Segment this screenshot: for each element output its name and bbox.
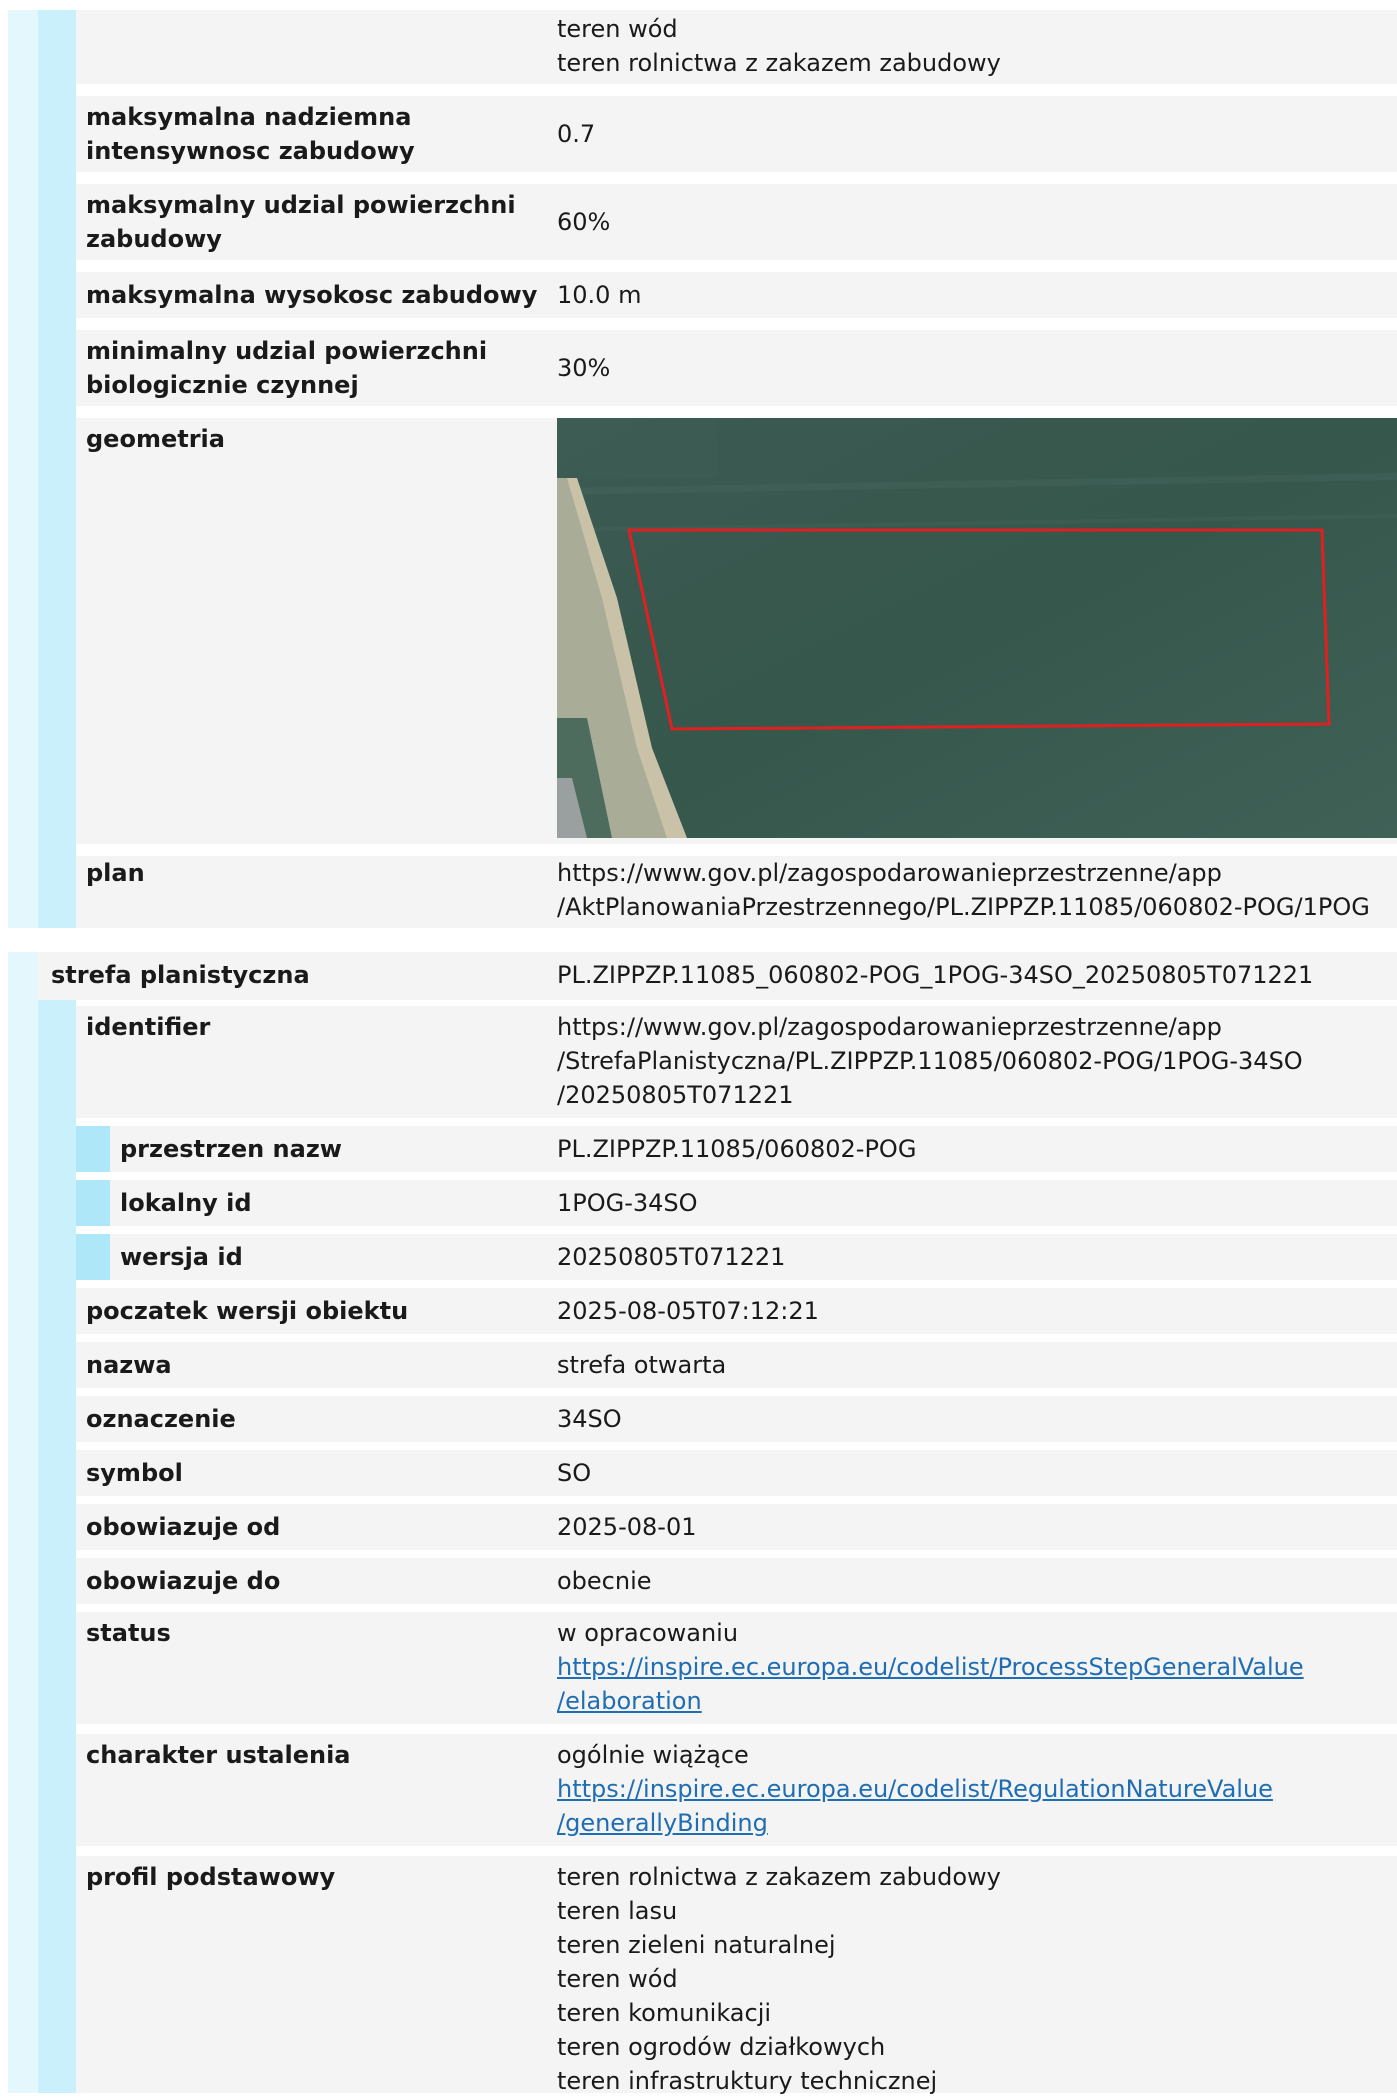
row-value: 30% <box>557 354 611 382</box>
row-top-values: teren wód teren rolnictwa z zakazem zabu… <box>76 10 1397 84</box>
strefa-header-row: strefa planistyczna PL.ZIPPZP.11085_0608… <box>38 952 1397 1000</box>
row-label: status <box>86 1619 171 1647</box>
sub-rail <box>76 1180 110 1226</box>
row-value: 1POG-34SO <box>557 1189 698 1217</box>
row-value: PL.ZIPPZP.11085/060802-POG <box>557 1135 917 1163</box>
row-label: minimalny udzial powierzchni biologiczni… <box>86 337 488 399</box>
row-biologicznie-czynnej: minimalny udzial powierzchni biologiczni… <box>76 330 1397 406</box>
identifier-value: https://www.gov.pl/zagospodarowanieprzes… <box>557 1013 1303 1109</box>
row-status: status w opracowaniu https://inspire.ec.… <box>76 1612 1397 1724</box>
outer-rail <box>8 10 38 928</box>
row-label: symbol <box>86 1459 183 1487</box>
row-identifier: identifier https://www.gov.pl/zagospodar… <box>76 1006 1397 1118</box>
row-value: 60% <box>557 208 611 236</box>
row-geometria: geometria <box>76 418 1397 844</box>
row-label: obowiazuje do <box>86 1567 281 1595</box>
row-value: SO <box>557 1459 592 1487</box>
plan-value: https://www.gov.pl/zagospodarowanieprzes… <box>557 859 1370 921</box>
row-value: 2025-08-01 <box>557 1513 697 1541</box>
row-label: charakter ustalenia <box>86 1741 351 1769</box>
row-label: geometria <box>86 425 225 453</box>
row-udzial-zabudowy: maksymalny udzial powierzchni zabudowy 6… <box>76 184 1397 260</box>
row-label: lokalny id <box>120 1189 252 1217</box>
status-value: w opracowaniu https://inspire.ec.europa.… <box>557 1616 1304 1718</box>
row-wersja-id: wersja id 20250805T071221 <box>76 1234 1397 1280</box>
sub-rail <box>76 1234 110 1280</box>
row-label: profil podstawowy <box>86 1863 336 1891</box>
row-oznaczenie: oznaczenie 34SO <box>76 1396 1397 1442</box>
row-label: maksymalna nadziemna intensywnosc zabudo… <box>86 103 415 165</box>
row-symbol: symbol SO <box>76 1450 1397 1496</box>
row-value: PL.ZIPPZP.11085_060802-POG_1POG-34SO_202… <box>557 961 1314 989</box>
row-label: obowiazuje od <box>86 1513 281 1541</box>
status-codelist-link[interactable]: https://inspire.ec.europa.eu/codelist/Pr… <box>557 1650 1304 1718</box>
row-profil-podstawowy: profil podstawowy teren rolnictwa z zaka… <box>76 1856 1397 2095</box>
row-label: identifier <box>86 1013 211 1041</box>
nested-rail <box>38 10 76 928</box>
outer-rail <box>8 952 38 2093</box>
row-przestrzen-nazw: przestrzen nazw PL.ZIPPZP.11085/060802-P… <box>76 1126 1397 1172</box>
page: { "section1": { "top_values": ["teren wó… <box>0 0 1397 2095</box>
row-label: wersja id <box>120 1243 243 1271</box>
row-intensywnosc: maksymalna nadziemna intensywnosc zabudo… <box>76 96 1397 172</box>
row-label: poczatek wersji obiektu <box>86 1297 409 1325</box>
geometry-map-image <box>557 418 1397 838</box>
nested-rail <box>38 1000 76 2093</box>
row-plan: plan https://www.gov.pl/zagospodarowanie… <box>76 856 1397 928</box>
profil-values: teren rolnictwa z zakazem zabudowy teren… <box>557 1863 1001 2095</box>
row-label: przestrzen nazw <box>120 1135 342 1163</box>
row-label: oznaczenie <box>86 1405 236 1433</box>
row-charakter-ustalenia: charakter ustalenia ogólnie wiążące http… <box>76 1734 1397 1846</box>
row-value: obecnie <box>557 1567 652 1595</box>
row-wysokosc: maksymalna wysokosc zabudowy 10.0 m <box>76 272 1397 318</box>
charakter-value: ogólnie wiążące https://inspire.ec.europ… <box>557 1738 1273 1840</box>
row-value: 34SO <box>557 1405 622 1433</box>
row-value: 20250805T071221 <box>557 1243 786 1271</box>
row-obowiazuje-od: obowiazuje od 2025-08-01 <box>76 1504 1397 1550</box>
row-obowiazuje-do: obowiazuje do obecnie <box>76 1558 1397 1604</box>
sub-rail <box>76 1126 110 1172</box>
row-value: 2025-08-05T07:12:21 <box>557 1297 819 1325</box>
row-value: strefa otwarta <box>557 1351 727 1379</box>
row-label: plan <box>86 859 145 887</box>
row-label: maksymalna wysokosc zabudowy <box>86 281 538 309</box>
row-poczatek-wersji: poczatek wersji obiektu 2025-08-05T07:12… <box>76 1288 1397 1334</box>
row-nazwa: nazwa strefa otwarta <box>76 1342 1397 1388</box>
row-label: maksymalny udzial powierzchni zabudowy <box>86 191 516 253</box>
row-value: 10.0 m <box>557 281 642 309</box>
row-label: strefa planistyczna <box>51 961 310 989</box>
row-value: teren wód teren rolnictwa z zakazem zabu… <box>557 15 1001 77</box>
row-lokalny-id: lokalny id 1POG-34SO <box>76 1180 1397 1226</box>
charakter-codelist-link[interactable]: https://inspire.ec.europa.eu/codelist/Re… <box>557 1772 1273 1840</box>
row-value: 0.7 <box>557 120 596 148</box>
row-label: nazwa <box>86 1351 172 1379</box>
